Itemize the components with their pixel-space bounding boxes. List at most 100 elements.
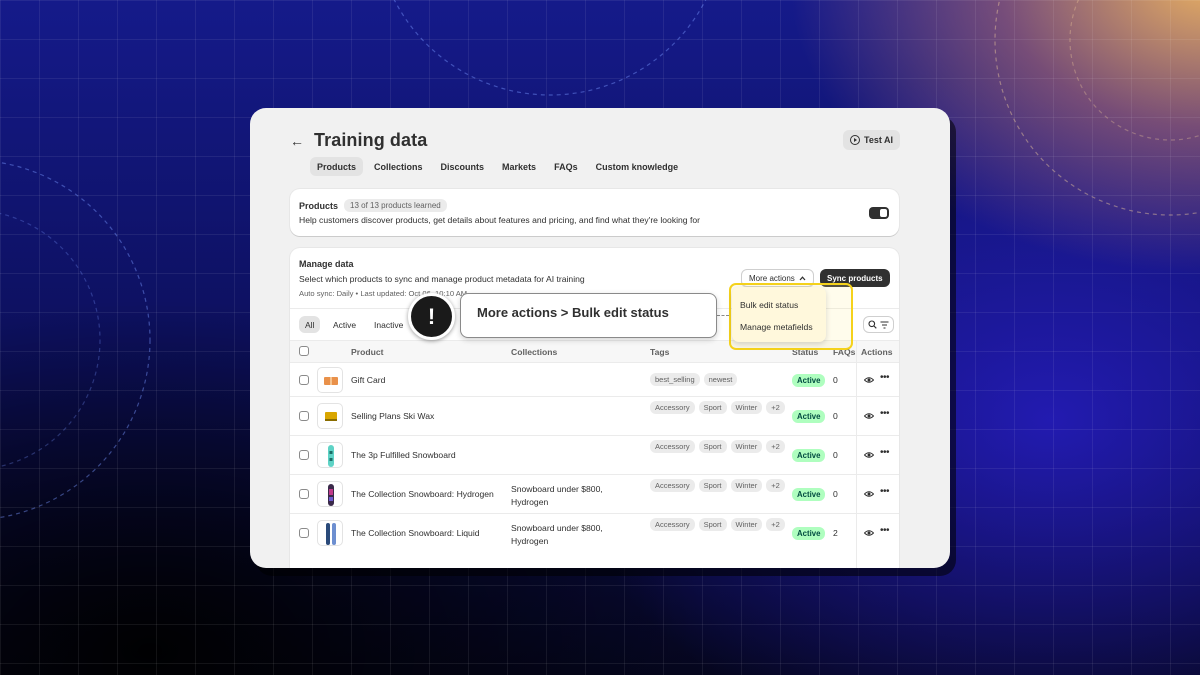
play-icon — [849, 135, 860, 145]
faq-count: 2 — [833, 528, 838, 538]
more-options-icon[interactable]: ••• — [880, 525, 890, 536]
tag: +2 — [766, 479, 785, 492]
more-options-icon[interactable]: ••• — [880, 486, 890, 497]
status-badge: Active — [792, 410, 826, 423]
table-row[interactable]: The 3p Fulfilled Snowboard Accessory Spo… — [290, 436, 899, 475]
more-options-icon[interactable]: ••• — [880, 408, 890, 419]
more-actions-label: More actions — [749, 273, 795, 283]
tag: Accessory — [650, 479, 695, 492]
tab-custom-knowledge[interactable]: Custom knowledge — [589, 157, 686, 176]
filter-icon — [880, 320, 889, 329]
eye-icon[interactable] — [864, 450, 874, 460]
eye-icon[interactable] — [864, 411, 874, 421]
more-options-icon[interactable]: ••• — [880, 372, 890, 383]
col-tags: Tags — [650, 347, 670, 357]
products-card-description: Help customers discover products, get de… — [299, 215, 700, 225]
chevron-up-icon — [799, 275, 806, 280]
col-product: Product — [351, 347, 384, 357]
collections-cell: Snowboard under $800, Hydrogen — [511, 484, 603, 507]
product-thumbnail — [317, 481, 343, 507]
collections-cell: Snowboard under $800, Hydrogen — [511, 523, 603, 546]
learned-badge: 13 of 13 products learned — [344, 199, 447, 212]
tag: newest — [703, 373, 738, 386]
products-toggle[interactable] — [869, 207, 889, 219]
product-name[interactable]: Selling Plans Ski Wax — [351, 411, 434, 421]
products-card-header: Products 13 of 13 products learned — [299, 199, 447, 212]
status-badge: Active — [792, 488, 826, 501]
tag: Sport — [698, 518, 727, 531]
table-row[interactable]: Selling Plans Ski Wax Accessory Sport Wi… — [290, 397, 899, 436]
table-row[interactable]: Gift Card best_selling newest Active 0 •… — [290, 363, 899, 397]
arrow-left-icon[interactable]: ← — [290, 133, 304, 149]
tag: Winter — [730, 518, 763, 531]
product-thumbnail — [317, 520, 343, 546]
instruction-text: More actions > Bulk edit status — [477, 305, 669, 320]
tag-list: Accessory Sport Winter +2 — [650, 401, 785, 414]
tag: +2 — [766, 518, 785, 531]
table-row[interactable]: The Collection Snowboard: Liquid Snowboa… — [290, 514, 899, 553]
manage-data-description: Select which products to sync and manage… — [299, 274, 585, 284]
tag: best_selling — [650, 373, 700, 386]
tag: Accessory — [650, 440, 695, 453]
col-collections: Collections — [511, 347, 558, 357]
tab-products[interactable]: Products — [310, 157, 364, 176]
products-card: Products 13 of 13 products learned Help … — [290, 189, 899, 236]
status-badge: Active — [792, 374, 826, 387]
tab-faqs[interactable]: FAQs — [547, 157, 585, 176]
faq-count: 0 — [833, 411, 838, 421]
eye-icon[interactable] — [864, 489, 874, 499]
product-thumbnail — [317, 367, 343, 393]
filter-all[interactable]: All — [299, 316, 321, 333]
search-filter-button[interactable] — [863, 316, 894, 333]
tag-list: Accessory Sport Winter +2 — [650, 479, 785, 492]
more-actions-menu: Bulk edit status Manage metafields — [732, 287, 826, 342]
product-name[interactable]: The Collection Snowboard: Liquid — [351, 528, 480, 538]
products-card-title: Products — [299, 200, 339, 211]
menu-item-manage-metafields[interactable]: Manage metafields — [740, 322, 813, 332]
product-thumbnail — [317, 442, 343, 468]
test-ai-label: Test AI — [863, 135, 893, 145]
tag: Accessory — [650, 401, 695, 414]
row-checkbox[interactable] — [299, 528, 309, 538]
instruction-callout: More actions > Bulk edit status — [460, 293, 717, 338]
select-all-checkbox[interactable] — [299, 346, 309, 356]
product-name[interactable]: The Collection Snowboard: Hydrogen — [351, 489, 494, 499]
tab-collections[interactable]: Collections — [367, 157, 430, 176]
test-ai-button[interactable]: Test AI — [842, 130, 900, 150]
faq-count: 0 — [833, 489, 838, 499]
tag-list: best_selling newest — [650, 373, 785, 386]
eye-icon[interactable] — [864, 528, 874, 538]
tab-bar: Products Collections Discounts Markets F… — [310, 157, 685, 176]
exclamation-icon: ! — [408, 293, 455, 340]
faq-count: 0 — [833, 450, 838, 460]
table-row[interactable]: The Collection Snowboard: Hydrogen Snowb… — [290, 475, 899, 514]
manage-data-title: Manage data — [299, 259, 354, 269]
row-checkbox[interactable] — [299, 489, 309, 499]
search-icon — [868, 320, 877, 329]
filter-inactive[interactable]: Inactive — [368, 316, 409, 333]
tag: +2 — [766, 440, 785, 453]
tab-discounts[interactable]: Discounts — [434, 157, 492, 176]
tag-list: Accessory Sport Winter +2 — [650, 518, 785, 531]
row-checkbox[interactable] — [299, 375, 309, 385]
tag: Accessory — [650, 518, 695, 531]
callout-connector — [717, 315, 729, 316]
tag: Winter — [730, 440, 763, 453]
row-checkbox[interactable] — [299, 450, 309, 460]
eye-icon[interactable] — [864, 375, 874, 385]
tag: Winter — [730, 401, 763, 414]
product-thumbnail — [317, 403, 343, 429]
status-badge: Active — [792, 449, 826, 462]
product-name[interactable]: Gift Card — [351, 375, 385, 385]
tag: Sport — [698, 479, 727, 492]
more-options-icon[interactable]: ••• — [880, 447, 890, 458]
tag: Sport — [698, 401, 727, 414]
page-header: ← Training data — [290, 130, 427, 151]
tab-markets[interactable]: Markets — [495, 157, 543, 176]
product-name[interactable]: The 3p Fulfilled Snowboard — [351, 450, 456, 460]
row-checkbox[interactable] — [299, 411, 309, 421]
tag-list: Accessory Sport Winter +2 — [650, 440, 785, 453]
filter-active[interactable]: Active — [327, 316, 362, 333]
col-actions: Actions — [861, 347, 893, 357]
menu-item-bulk-edit-status[interactable]: Bulk edit status — [740, 300, 798, 310]
